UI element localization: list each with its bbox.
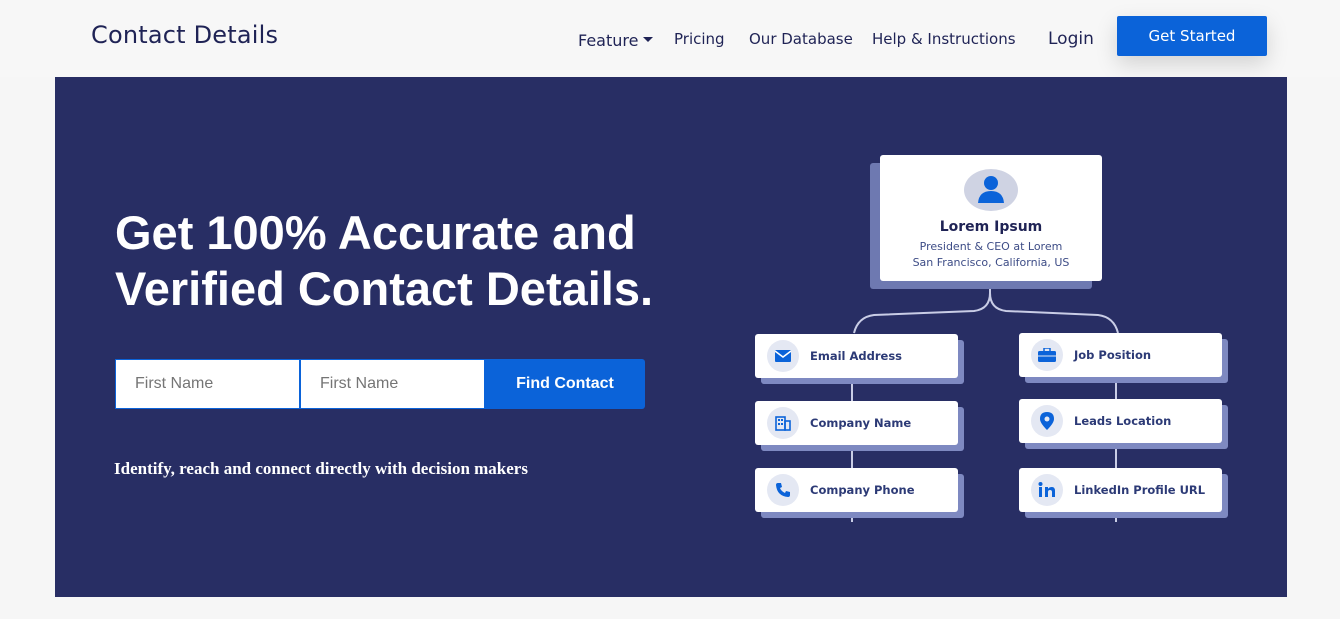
- search-form: Find Contact: [115, 359, 645, 409]
- get-started-button[interactable]: Get Started: [1117, 16, 1267, 56]
- field-company-name: Company Name: [755, 401, 958, 445]
- building-icon: [767, 407, 799, 439]
- email-icon: [767, 340, 799, 372]
- profile-card: Lorem Ipsum President & CEO at Lorem San…: [880, 155, 1102, 281]
- phone-icon: [767, 474, 799, 506]
- user-icon: [978, 176, 1004, 203]
- find-contact-button[interactable]: Find Contact: [485, 359, 645, 409]
- nav-database-link[interactable]: Our Database: [749, 30, 853, 48]
- field-label: Company Name: [810, 416, 912, 430]
- profile-name: Lorem Ipsum: [939, 219, 1043, 235]
- field-job-position: Job Position: [1019, 333, 1222, 377]
- field-linkedin-url: LinkedIn Profile URL: [1019, 468, 1222, 512]
- nav-feature-label: Feature: [578, 31, 639, 50]
- hero-headline: Get 100% Accurate and Verified Contact D…: [115, 205, 715, 317]
- field-label: LinkedIn Profile URL: [1074, 483, 1206, 497]
- field-email-address: Email Address: [755, 334, 958, 378]
- nav-pricing-link[interactable]: Pricing: [674, 30, 725, 48]
- profile-title: President & CEO at Lorem: [919, 240, 1063, 253]
- field-label: Job Position: [1074, 348, 1152, 362]
- headline-line-2: Verified Contact Details.: [115, 262, 654, 315]
- nav-feature-dropdown[interactable]: Feature: [578, 31, 654, 50]
- caret-down-icon: [643, 37, 654, 42]
- profile-location: San Francisco, California, US: [912, 256, 1070, 269]
- field-company-phone: Company Phone: [755, 468, 958, 512]
- hero-section: Get 100% Accurate and Verified Contact D…: [55, 77, 1287, 597]
- top-navbar: Contact Details Feature Pricing Our Data…: [0, 0, 1340, 77]
- avatar: [964, 169, 1018, 211]
- briefcase-icon: [1031, 339, 1063, 371]
- field-leads-location: Leads Location: [1019, 399, 1222, 443]
- hero-subtext: Identify, reach and connect directly wit…: [114, 459, 528, 478]
- headline-line-1: Get 100% Accurate and: [115, 206, 636, 259]
- contact-diagram: Lorem Ipsum President & CEO at Lorem San…: [750, 77, 1287, 597]
- field-label: Company Phone: [810, 483, 915, 497]
- linkedin-icon: [1031, 474, 1063, 506]
- second-name-input[interactable]: [300, 359, 485, 409]
- field-label: Email Address: [810, 349, 903, 363]
- brand-logo[interactable]: Contact Details: [91, 21, 278, 49]
- first-name-input[interactable]: [115, 359, 300, 409]
- nav-login-link[interactable]: Login: [1048, 29, 1094, 49]
- location-pin-icon: [1031, 405, 1063, 437]
- field-label: Leads Location: [1074, 414, 1172, 428]
- nav-help-link[interactable]: Help & Instructions: [872, 30, 1016, 48]
